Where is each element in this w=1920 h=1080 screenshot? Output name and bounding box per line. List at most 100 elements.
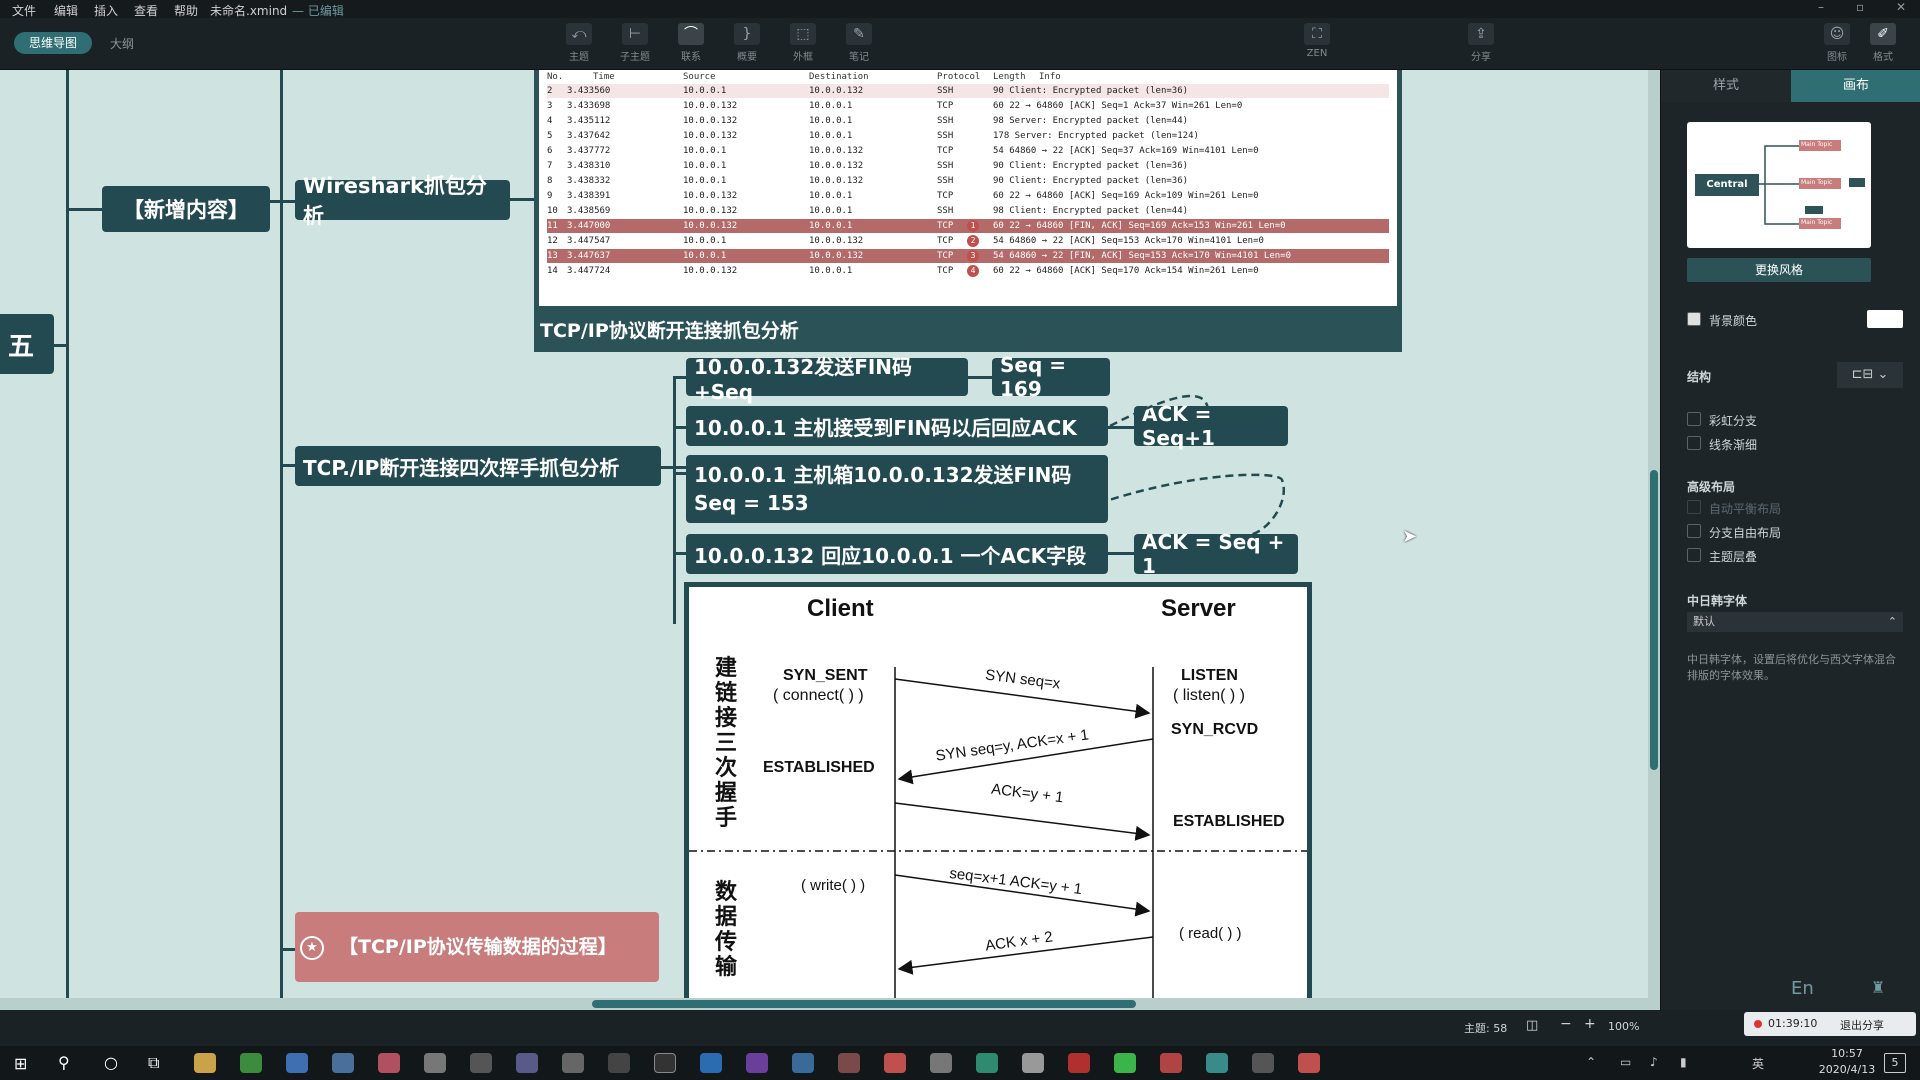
vertical-scroll-thumb[interactable] [1650, 470, 1658, 770]
packet-row[interactable]: 5 3.437642 10.0.0.132 10.0.0.1 SSH 178 Server… [547, 129, 1389, 143]
structure-dropdown[interactable]: ⊏⊟ ⌄ [1837, 362, 1903, 388]
bg-color-checkbox[interactable] [1687, 312, 1701, 326]
packet-row[interactable]: 11 3.447000 10.0.0.132 10.0.0.1 TCP 60 22 → 6… [547, 219, 1389, 233]
chrome-icon[interactable] [240, 1053, 262, 1073]
packet-row[interactable]: 12 3.447547 10.0.0.1 10.0.0.132 TCP 54 64860 … [547, 234, 1389, 248]
app-icon[interactable] [1160, 1053, 1182, 1073]
boundary-button[interactable]: ⬚ 外框 [782, 23, 824, 65]
rainbow-checkbox[interactable] [1687, 412, 1701, 426]
new-content-topic[interactable]: 【新增内容】 [102, 186, 270, 232]
app-icon[interactable] [976, 1053, 998, 1073]
map-icon[interactable]: ◫ [1526, 1018, 1538, 1033]
app-icon[interactable] [1252, 1053, 1274, 1073]
step-fin-reply[interactable]: 10.0.0.1 主机箱10.0.0.132发送FIN码 Seq = 153 [686, 455, 1108, 523]
share-button[interactable]: ⇪ 分享 [1460, 23, 1502, 65]
ime-indicator[interactable]: En [1791, 978, 1814, 999]
app-icon[interactable] [1068, 1053, 1090, 1073]
tray-chevron-icon[interactable]: ⌃ [1586, 1055, 1596, 1069]
packet-row[interactable]: 14 3.447724 10.0.0.132 10.0.0.1 TCP 60 22 → 6… [547, 264, 1389, 278]
zoom-out-button[interactable]: − [1560, 1016, 1572, 1032]
shirt-icon[interactable]: ♜ [1871, 978, 1885, 997]
app-icon[interactable] [516, 1053, 538, 1073]
mail-icon[interactable] [332, 1053, 354, 1073]
app-icon[interactable] [562, 1053, 584, 1073]
packet-row[interactable]: 9 3.438391 10.0.0.132 10.0.0.1 TCP 60 22 → 64… [547, 189, 1389, 203]
close-icon[interactable]: ✕ [1896, 0, 1906, 14]
overlap-checkbox[interactable] [1687, 548, 1701, 562]
tab-canvas[interactable]: 画布 [1791, 70, 1920, 102]
zoom-in-button[interactable]: + [1584, 1016, 1596, 1032]
zoom-level[interactable]: 100% [1608, 1020, 1639, 1033]
explorer-icon[interactable] [194, 1053, 216, 1073]
packet-row[interactable]: 8 3.438332 10.0.0.1 10.0.0.132 SSH 90 Client:… [547, 174, 1389, 188]
menu-edit[interactable]: 编辑 [54, 2, 78, 19]
format-panel-button[interactable]: ✐ 格式 [1862, 23, 1904, 65]
theme-preview[interactable]: Central topic Main Topic Main Topic Main… [1687, 122, 1871, 248]
zen-button[interactable]: ⛶ ZEN [1296, 23, 1338, 65]
cjk-font-select[interactable]: 默认 ⌃ [1687, 612, 1903, 632]
partial-topic[interactable]: 五 [0, 314, 54, 374]
packet-row[interactable]: 3 3.433698 10.0.0.132 10.0.0.1 TCP 60 22 → 64… [547, 99, 1389, 113]
packet-row[interactable]: 2 3.433560 10.0.0.1 10.0.0.132 SSH 90 Client:… [547, 84, 1389, 98]
horizontal-scroll-thumb[interactable] [592, 1000, 1136, 1008]
packet-row[interactable]: 10 3.438569 10.0.0.132 10.0.0.1 SSH 98 Client… [547, 204, 1389, 218]
exit-share-button[interactable]: 退出分享 [1840, 1017, 1884, 1033]
taper-checkbox[interactable] [1687, 436, 1701, 450]
relationship-curve[interactable] [1050, 473, 1285, 537]
app-icon[interactable] [608, 1053, 630, 1073]
notes-button[interactable]: ✎ 笔记 [838, 23, 880, 65]
bg-color-swatch[interactable] [1867, 310, 1903, 328]
topic-button[interactable]: ⤺ 主题 [558, 23, 600, 65]
relationship-button[interactable]: ⌒ 联系 [670, 23, 712, 65]
app-icon[interactable] [792, 1053, 814, 1073]
star-icon[interactable]: ★ [300, 936, 324, 960]
capture-image[interactable]: No. Time Source Destination Protocol Len… [534, 70, 1402, 352]
menu-file[interactable]: 文件 [12, 2, 36, 19]
packet-row[interactable]: 6 3.437772 10.0.0.1 10.0.0.132 TCP 54 64860 →… [547, 144, 1389, 158]
task-view-icon[interactable]: ⧉ [148, 1053, 159, 1073]
input-language[interactable]: 英 [1752, 1055, 1764, 1072]
free-layout-checkbox[interactable] [1687, 524, 1701, 538]
app-icon[interactable] [838, 1053, 860, 1073]
windows-start-icon[interactable]: ⊞ [14, 1054, 27, 1073]
battery-icon[interactable]: ▮ [1680, 1055, 1687, 1069]
wechat-icon[interactable] [1114, 1053, 1136, 1073]
tab-style[interactable]: 样式 [1661, 70, 1791, 102]
xmind-icon[interactable] [884, 1053, 906, 1073]
app-icon[interactable] [746, 1053, 768, 1073]
packet-row[interactable]: 7 3.438310 10.0.0.1 10.0.0.132 SSH 90 Client:… [547, 159, 1389, 173]
subtopic-button[interactable]: ⊢ 子主题 [614, 23, 656, 65]
cortana-icon[interactable]: ○ [104, 1053, 118, 1072]
icon-panel-button[interactable]: ☺ 图标 [1816, 23, 1858, 65]
minimize-icon[interactable]: – [1818, 0, 1824, 14]
step-fin-seq[interactable]: 10.0.0.132发送FIN码+Seq [686, 355, 968, 404]
vscode-icon[interactable] [700, 1053, 722, 1073]
tab-outline[interactable]: 大纲 [110, 35, 134, 52]
menu-view[interactable]: 查看 [134, 2, 158, 19]
wireshark-topic[interactable]: Wireshark抓包分析 [295, 174, 510, 228]
app-icon[interactable] [378, 1053, 400, 1073]
app-icon[interactable] [1206, 1053, 1228, 1073]
app-icon[interactable] [470, 1053, 492, 1073]
app-icon[interactable] [424, 1053, 446, 1073]
app-icon[interactable] [930, 1053, 952, 1073]
xmind-icon[interactable] [1298, 1053, 1320, 1073]
change-style-button[interactable]: 更换风格 [1687, 258, 1871, 282]
packet-row[interactable]: 4 3.435112 10.0.0.132 10.0.0.1 SSH 98 Server:… [547, 114, 1389, 128]
notification-count[interactable]: 5 [1884, 1053, 1906, 1073]
transfer-topic[interactable]: 【TCP/IP协议传输数据的过程】 [295, 912, 659, 982]
clock-time[interactable]: 10:57 [1812, 1047, 1882, 1060]
tab-mindmap[interactable]: 思维导图 [14, 32, 92, 54]
search-icon[interactable]: ⚲ [58, 1053, 70, 1072]
menu-insert[interactable]: 插入 [94, 2, 118, 19]
app-icon[interactable] [654, 1053, 676, 1073]
menu-help[interactable]: 帮助 [174, 2, 198, 19]
network-icon[interactable]: ▭ [1620, 1055, 1631, 1069]
volume-icon[interactable]: ♪ [1650, 1055, 1658, 1069]
four-way-topic[interactable]: TCP./IP断开连接四次挥手抓包分析 [295, 446, 661, 486]
step-ack-reply[interactable]: 10.0.0.1 主机接受到FIN码以后回应ACK [686, 406, 1108, 446]
relationship-curve[interactable] [1109, 394, 1210, 428]
clock-date[interactable]: 2020/4/13 [1802, 1063, 1892, 1076]
tcp-diagram-image[interactable]: Client Server 建链接三次握手 数据传输 SYN_SENT ( co… [684, 582, 1312, 1010]
store-icon[interactable] [286, 1053, 308, 1073]
